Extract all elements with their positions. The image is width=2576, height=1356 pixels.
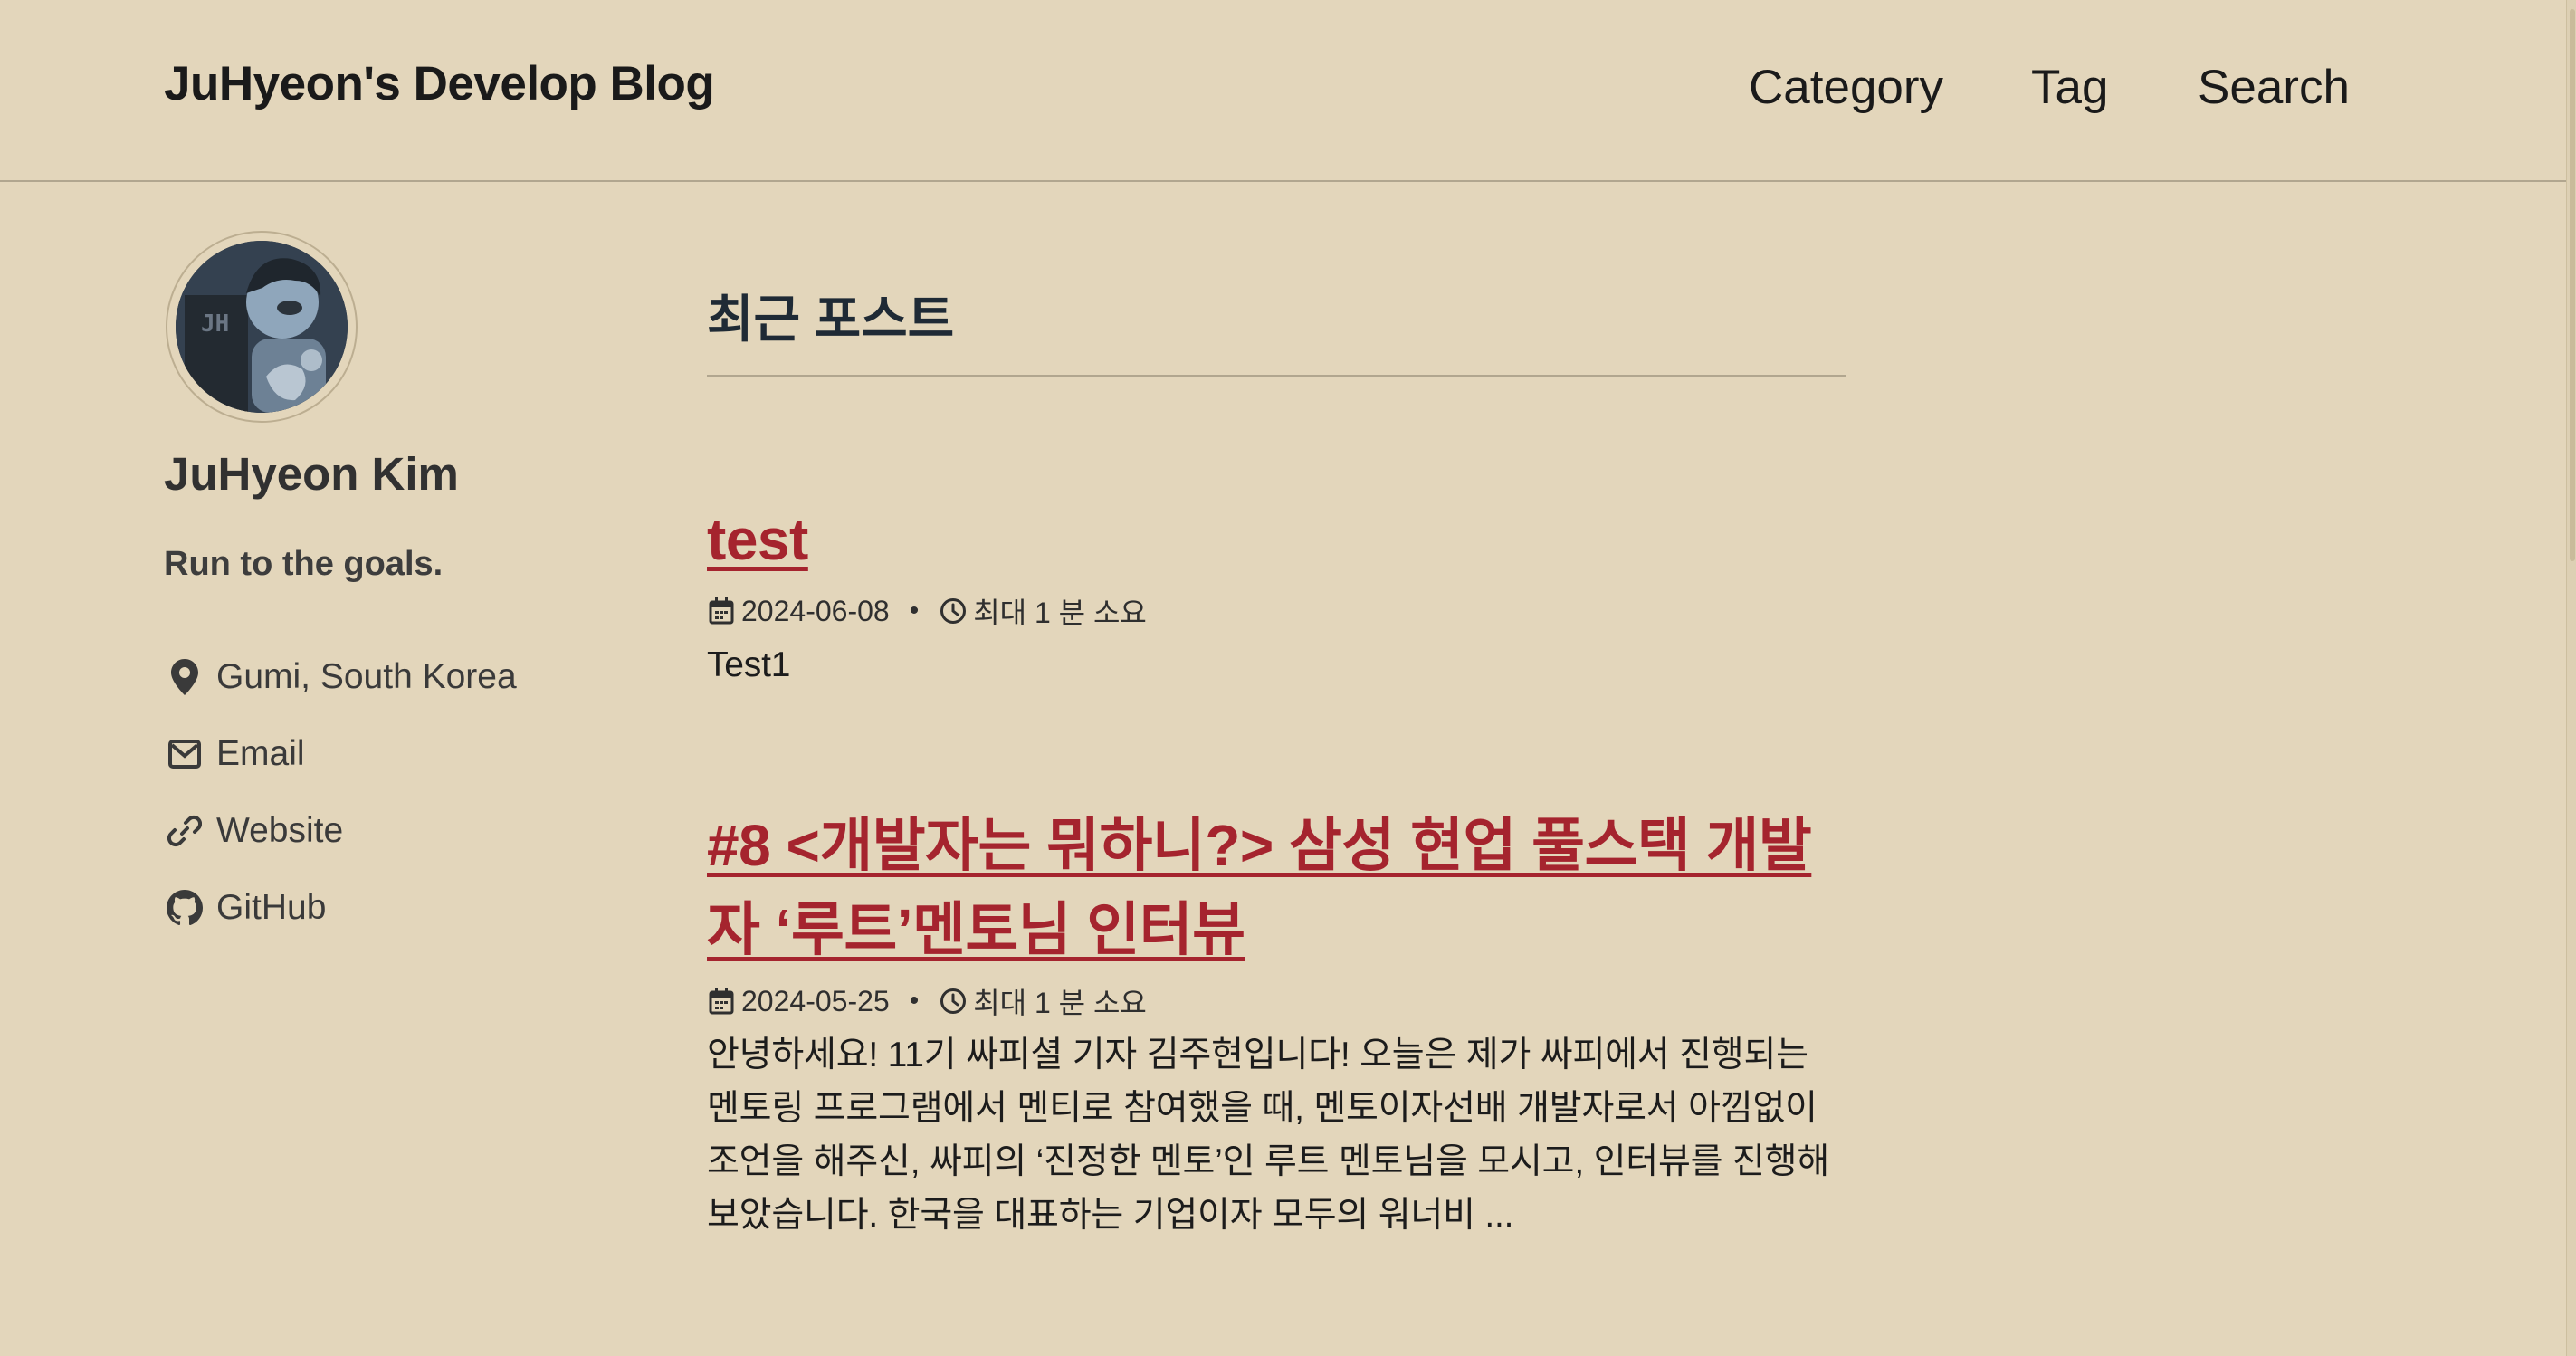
post-excerpt: Test1 [707, 645, 791, 684]
calendar-icon [707, 987, 736, 1016]
post-meta: 2024-05-25 • 최대 1 분 소요 [707, 979, 1846, 1023]
author-link-website[interactable]: Website [164, 792, 517, 869]
post-meta: 2024-06-08 • 최대 1 분 소요 [707, 589, 1846, 633]
avatar-image: JH [176, 241, 348, 413]
post-excerpt: 안녕하세요! 11기 싸피셜 기자 김주현입니다! 오늘은 제가 싸피에서 진행… [707, 1036, 1830, 1235]
nav-item-search[interactable]: Search [2198, 60, 2350, 115]
nav-item-category[interactable]: Category [1749, 60, 1943, 115]
masthead: JuHyeon's Develop Blog Category Tag Sear… [0, 0, 2567, 182]
post-read-time: 최대 1 분 소요 [973, 597, 1147, 629]
section-title: 최근 포스트 [707, 281, 1846, 377]
nav-item-tag[interactable]: Tag [2031, 60, 2108, 115]
meta-separator: • [909, 596, 920, 625]
author-link-email[interactable]: Email [164, 715, 517, 792]
calendar-icon [707, 597, 736, 625]
post-title: #8 <개발자는 뭐하니?> 삼성 현업 풀스택 개발자 ‘루트’멘토님 인터뷰 [707, 804, 1846, 972]
clock-icon [939, 987, 968, 1016]
author-link-github[interactable]: GitHub [164, 869, 517, 946]
author-link-location: Gumi, South Korea [164, 638, 517, 715]
author-website-label[interactable]: Website [216, 811, 343, 851]
avatar: JH [166, 231, 358, 423]
scrollbar[interactable] [2566, 0, 2576, 1356]
link-icon [164, 810, 205, 852]
clock-icon [939, 597, 968, 625]
meta-separator: • [909, 986, 920, 1016]
post-item: test 2024-06-08 • 최대 1 분 소요 Test1 [707, 498, 1846, 692]
post-date: 2024-06-08 [741, 594, 890, 627]
envelope-icon [164, 733, 205, 775]
main-content: 최근 포스트 test 2024-06-08 • 최대 1 분 소요 Test1… [707, 281, 1846, 1235]
svg-text:JH: JH [201, 310, 229, 338]
page: JuHyeon's Develop Blog Category Tag Sear… [0, 0, 2567, 1356]
post-title-link[interactable]: #8 <개발자는 뭐하니?> 삼성 현업 풀스택 개발자 ‘루트’멘토님 인터뷰 [707, 813, 1812, 962]
scrollbar-thumb[interactable] [2570, 9, 2575, 561]
post-item: #8 <개발자는 뭐하니?> 삼성 현업 풀스택 개발자 ‘루트’멘토님 인터뷰… [707, 804, 1846, 1242]
author-github-label[interactable]: GitHub [216, 888, 326, 928]
author-email-label[interactable]: Email [216, 734, 305, 774]
author-name: JuHyeon Kim [164, 448, 459, 500]
post-title-link[interactable]: test [707, 507, 808, 572]
author-location: Gumi, South Korea [216, 656, 517, 696]
main-nav: Category Tag Search [0, 60, 2567, 114]
map-marker-icon [164, 656, 205, 698]
author-bio: Run to the goals. [164, 545, 444, 583]
post-title: test [707, 498, 1846, 582]
github-icon [164, 887, 205, 929]
author-links: Gumi, South Korea Email Website GitHub [164, 638, 517, 946]
post-read-time: 최대 1 분 소요 [973, 987, 1147, 1019]
post-date: 2024-05-25 [741, 984, 890, 1017]
